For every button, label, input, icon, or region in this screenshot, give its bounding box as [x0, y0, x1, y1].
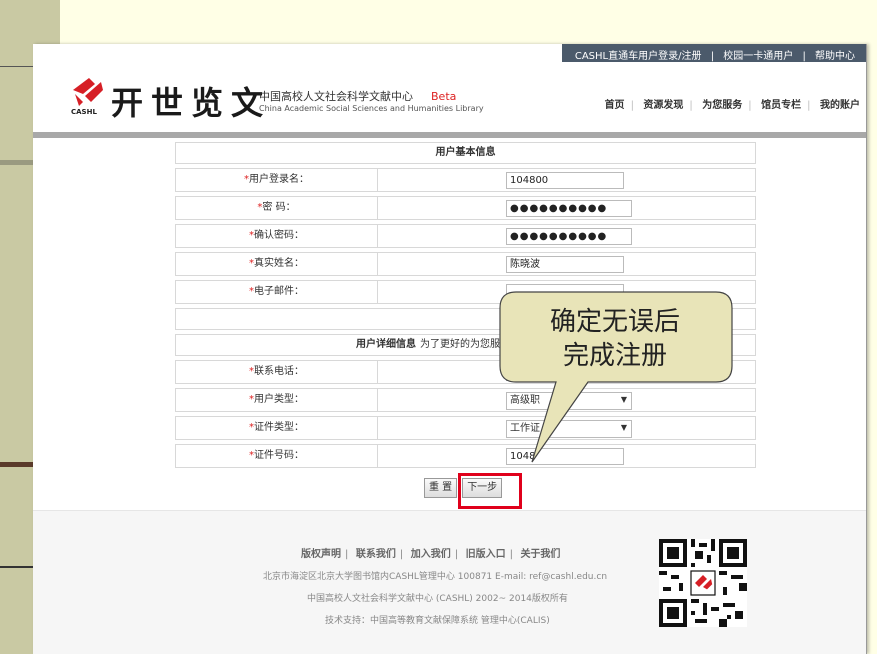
email-label: 电子邮件：	[254, 286, 304, 297]
footer-address: 北京市海淀区北京大学图书馆内CASHL管理中心 100871 E-mail: r…	[263, 572, 608, 582]
nav-home[interactable]: 首页	[605, 100, 625, 111]
password-input[interactable]: ●●●●●●●●●●	[506, 200, 632, 217]
login-register-link[interactable]: CASHL直通车用户登录/注册	[575, 51, 702, 62]
footer-link-contact[interactable]: 联系我们	[356, 549, 396, 560]
detail-info-hint: 为了更好的为您服	[420, 339, 500, 350]
footer-links: 版权声明 | 联系我们 | 加入我们 | 旧版入口 | 关于我们	[301, 545, 560, 560]
footer-copyright: 中国高校人文社会科学文献中心 (CASHL) 2002~ 2014版权所有	[307, 594, 568, 604]
phone-label: 联系电话：	[254, 366, 304, 377]
id-number-label: 证件号码：	[254, 450, 304, 461]
nav-my-account[interactable]: 我的账户	[820, 100, 860, 111]
separator: |	[345, 549, 349, 560]
org-name-cn: 中国高校人文社会科学文献中心	[259, 90, 413, 103]
callout-line-2: 完成注册	[562, 341, 667, 371]
nav-divider	[33, 132, 866, 138]
top-links-bar: CASHL直通车用户登录/注册 | 校园一卡通用户 | 帮助中心	[561, 44, 866, 62]
username-label: 用户登录名：	[249, 174, 309, 185]
realname-label: 真实姓名：	[254, 258, 304, 269]
logo-title: 开世览文	[111, 84, 272, 122]
separator: |	[509, 549, 513, 560]
footer-link-about[interactable]: 关于我们	[520, 549, 560, 560]
basic-info-heading: 用户基本信息	[435, 147, 496, 158]
callout-text: 确定无误后 完成注册	[505, 305, 725, 373]
separator: |	[454, 549, 459, 560]
highlight-box	[458, 473, 522, 509]
confirm-password-label: 确认密码：	[254, 230, 304, 241]
realname-input[interactable]: 陈晓波	[506, 256, 624, 273]
form-row-realname: *真实姓名： 陈晓波	[175, 252, 756, 276]
form-row-confirm-password: *确认密码： ●●●●●●●●●●	[175, 224, 756, 248]
main-nav: 首页 | 资源发现 | 为您服务 | 馆员专栏 | 我的账户	[604, 100, 860, 111]
separator: |	[399, 549, 404, 560]
callout-line-1: 确定无误后	[549, 307, 680, 337]
confirm-password-input[interactable]: ●●●●●●●●●●	[506, 228, 632, 245]
form-row-password: *密 码： ●●●●●●●●●●	[175, 196, 756, 220]
footer-support: 技术支持：中国高等教育文献保障系统 管理中心(CALIS)	[325, 616, 550, 626]
footer-link-copyright[interactable]: 版权声明	[301, 549, 341, 560]
detail-info-heading: 用户详细信息	[356, 339, 416, 350]
reset-button[interactable]: 重 置	[424, 478, 458, 498]
form-row-username: *用户登录名： 104800	[175, 168, 756, 192]
web-page: CASHL直通车用户登录/注册 | 校园一卡通用户 | 帮助中心 CASHL 开…	[33, 44, 867, 654]
footer: 版权声明 | 联系我们 | 加入我们 | 旧版入口 | 关于我们 北京市海淀区北京大学图…	[33, 510, 866, 654]
footer-link-old-version[interactable]: 旧版入口	[466, 549, 506, 560]
logo-brand: CASHL	[71, 108, 97, 116]
nav-librarian-column[interactable]: 馆员专栏	[761, 100, 801, 111]
org-name: 中国高校人文社会科学文献中心 Beta China Academic Social…	[259, 88, 484, 113]
beta-badge: Beta	[431, 90, 457, 103]
password-label: 密 码：	[262, 202, 296, 213]
user-type-label: 用户类型：	[254, 394, 304, 405]
username-input[interactable]: 104800	[506, 172, 624, 189]
separator: |	[802, 51, 806, 62]
nav-resource-discovery[interactable]: 资源发现	[643, 100, 683, 111]
slide-divider	[0, 566, 36, 568]
qr-code-icon	[659, 539, 747, 627]
slide-divider	[0, 462, 34, 467]
form-section-header: 用户基本信息	[175, 142, 756, 164]
help-center-link[interactable]: 帮助中心	[815, 51, 855, 62]
separator: |	[710, 51, 715, 62]
campus-card-link[interactable]: 校园一卡通用户	[723, 51, 793, 62]
footer-link-join[interactable]: 加入我们	[411, 549, 451, 560]
slide-divider	[0, 160, 34, 165]
org-name-en: China Academic Social Sciences and Human…	[259, 104, 484, 113]
site-logo[interactable]: CASHL 开世览文	[71, 76, 263, 122]
nav-services[interactable]: 为您服务	[702, 100, 742, 111]
id-type-label: 证件类型：	[254, 422, 304, 433]
